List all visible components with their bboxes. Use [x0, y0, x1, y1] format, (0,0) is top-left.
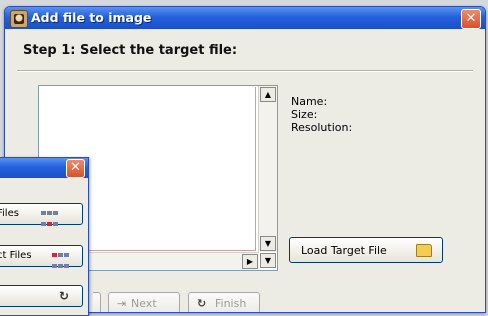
- scroll-up-icon: ▲: [264, 90, 272, 99]
- secondary-window: ✕ Files ct Files ↻: [0, 157, 89, 316]
- finish-button[interactable]: ↻ Finish: [188, 292, 260, 312]
- window-title: Add file to image: [31, 10, 152, 25]
- extract-files-button[interactable]: ct Files: [0, 245, 83, 268]
- add-files-label: Files: [0, 208, 19, 219]
- file-info: Name: Size: Resolution:: [291, 95, 352, 134]
- refresh-icon: ↻: [197, 297, 207, 310]
- step-title: Step 1: Select the target file:: [23, 43, 238, 58]
- scroll-right-button[interactable]: ▶: [242, 254, 258, 269]
- scroll-down-icon: ▼: [264, 256, 272, 265]
- scroll-up-button[interactable]: ▲: [260, 87, 276, 102]
- divider: [17, 70, 473, 72]
- app-icon: [10, 10, 28, 28]
- secondary-title-bar[interactable]: ✕: [0, 158, 88, 178]
- resolution-label: Resolution:: [291, 121, 353, 134]
- secondary-close-button[interactable]: ✕: [66, 159, 85, 178]
- scroll-corner-down[interactable]: ▼: [260, 253, 276, 268]
- close-button[interactable]: ✕: [461, 9, 481, 29]
- load-target-file-button[interactable]: Load Target File: [289, 237, 443, 263]
- files-to-image-icon: [41, 208, 59, 226]
- title-bar[interactable]: Add file to image ✕: [5, 7, 485, 29]
- back-button[interactable]: [93, 292, 101, 312]
- extract-files-label: ct Files: [0, 250, 32, 261]
- next-arrow-icon: ⇥: [117, 297, 127, 310]
- next-label: Next: [131, 297, 157, 310]
- size-label: Size:: [291, 108, 318, 121]
- add-files-button[interactable]: Files: [0, 203, 83, 226]
- scroll-right-icon: ▶: [246, 257, 254, 266]
- load-button-label: Load Target File: [301, 244, 387, 257]
- finish-label: Finish: [215, 297, 247, 310]
- refresh-button[interactable]: ↻: [0, 285, 83, 307]
- refresh-icon: ↻: [59, 289, 70, 303]
- next-button[interactable]: ⇥ Next: [108, 292, 180, 312]
- vertical-scrollbar[interactable]: ▲ ▼: [258, 86, 277, 252]
- name-label: Name:: [291, 95, 328, 108]
- scroll-down-icon: ▼: [264, 239, 272, 248]
- scroll-down-button[interactable]: ▼: [260, 236, 276, 251]
- close-icon: ✕: [70, 160, 81, 175]
- image-to-files-icon: [52, 250, 70, 268]
- close-icon: ✕: [465, 11, 477, 26]
- folder-icon: [416, 244, 432, 257]
